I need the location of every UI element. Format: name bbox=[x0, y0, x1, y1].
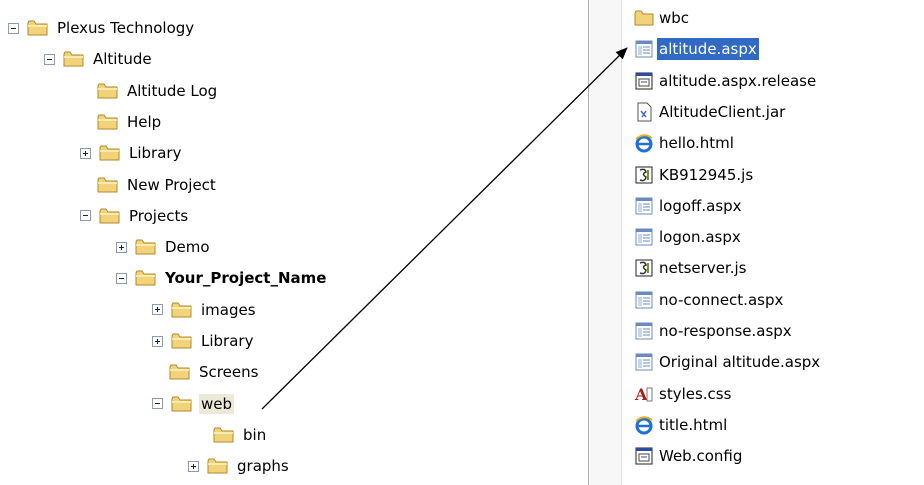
callout-arrow bbox=[261, 47, 628, 410]
